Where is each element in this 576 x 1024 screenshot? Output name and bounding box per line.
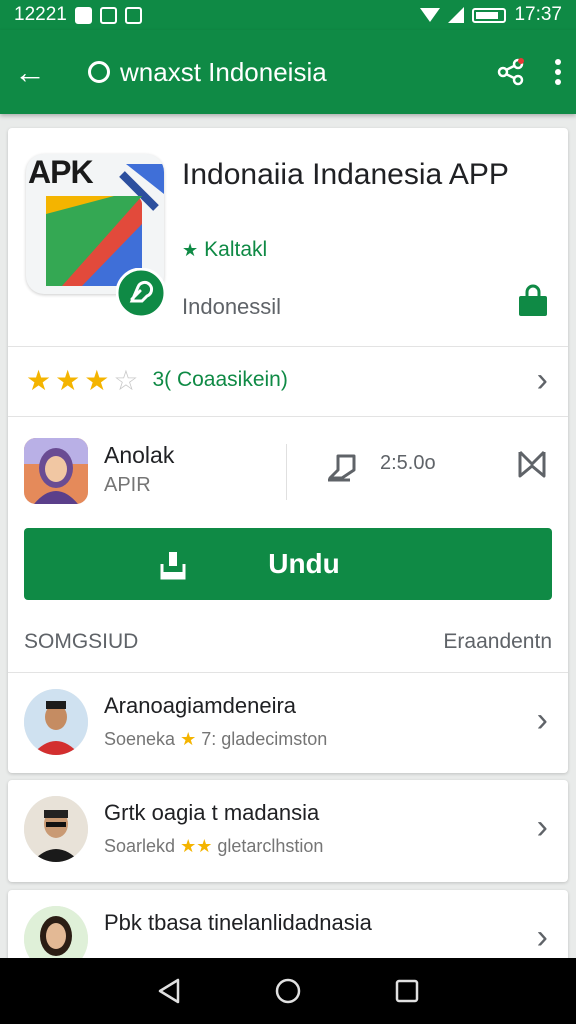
- chevron-right-icon: ›: [536, 360, 548, 399]
- nav-home-icon[interactable]: [273, 976, 303, 1006]
- list-item[interactable]: Aranoagiamdeneira Soeneka ★ 7: gladecims…: [8, 673, 568, 773]
- app-bar: ← wnaxst Indoneisia: [0, 30, 576, 114]
- developer-avatar[interactable]: [24, 438, 88, 504]
- chevron-right-icon: ›: [536, 918, 548, 956]
- signal-icon: [448, 7, 465, 23]
- star-icon: ★: [182, 239, 199, 260]
- list-item-subtitle: Soeneka ★ 7: gladecimston: [104, 729, 328, 749]
- shopping-bag-icon[interactable]: [516, 284, 550, 318]
- app-name: Indonaiia Indanesia APP: [182, 158, 509, 191]
- list-item-title: Grtk oagia t madansia: [104, 800, 320, 825]
- download-size-icon: [328, 454, 356, 482]
- status-time-left: 12221: [14, 4, 67, 25]
- list-item-avatar: [24, 689, 88, 755]
- app-developer[interactable]: ★ Kaltakl: [182, 238, 267, 262]
- list-item-title: Aranoagiamdeneira: [104, 693, 297, 718]
- list-item[interactable]: Grtk oagia t madansia Soarlekd ★★ gletar…: [8, 780, 568, 880]
- section-more-link[interactable]: Eraandentn: [443, 630, 552, 654]
- nav-recents-icon[interactable]: [392, 976, 422, 1006]
- share-icon[interactable]: [496, 57, 526, 87]
- star-icon: ★★: [180, 836, 213, 856]
- rating-stars: ★ ★ ★ ☆: [26, 364, 138, 397]
- rating-text: 3( Coaasikein): [152, 368, 288, 391]
- apk-label: APK: [28, 154, 94, 190]
- verified-badge-icon: [116, 268, 166, 318]
- battery-icon: [472, 7, 507, 23]
- wishlist-icon[interactable]: [516, 448, 548, 480]
- divider: [8, 416, 568, 417]
- sim-icon: [99, 6, 117, 24]
- status-right: 17:37: [420, 4, 562, 26]
- list-item-title: Pbk tbasa tinelanlidadnasia: [104, 910, 372, 935]
- star-icon: ★: [26, 364, 52, 396]
- section-title: SOMGSIUD: [24, 630, 139, 653]
- notification-icon: [74, 6, 92, 24]
- back-arrow-icon[interactable]: ←: [14, 56, 58, 88]
- star-icon: ★: [180, 729, 197, 749]
- status-bar: 12221 17:37: [0, 0, 576, 30]
- nav-back-icon[interactable]: [154, 976, 184, 1006]
- app-size: 2:5.0o: [380, 452, 436, 474]
- star-icon: ★: [55, 364, 81, 396]
- star-icon: ★: [84, 364, 110, 396]
- status-time-right: 17:37: [514, 4, 562, 25]
- vertical-divider: [286, 444, 287, 500]
- chevron-right-icon: ›: [536, 701, 548, 739]
- star-half-icon: ☆: [113, 364, 139, 396]
- install-button-label: Undu: [268, 548, 340, 579]
- developer-name: Anolak: [104, 442, 175, 468]
- search-icon[interactable]: [88, 61, 110, 83]
- install-button[interactable]: Undu: [24, 528, 552, 600]
- app-header: APK Indonaiia Indanesia APP ★ Kaltakl In…: [8, 128, 568, 346]
- app-bar-title: wnaxst Indoneisia: [120, 56, 327, 87]
- system-nav-bar: [0, 958, 576, 1024]
- more-vert-icon[interactable]: [554, 59, 562, 85]
- app-developer-label: Kaltakl: [204, 238, 268, 261]
- list-item-subtitle: Soarlekd ★★ gletarclhstion: [104, 836, 324, 856]
- meta-row: Anolak APIR 2:5.0o: [8, 418, 568, 526]
- similar-apps-header: SOMGSIUD Eraandentn: [24, 630, 552, 654]
- list-card: Grtk oagia t madansia Soarlekd ★★ gletar…: [8, 780, 568, 882]
- status-left: 12221: [14, 4, 142, 26]
- developer-sub: APIR: [104, 474, 151, 496]
- app-category: Indonessil: [182, 294, 282, 319]
- chevron-right-icon: ›: [536, 808, 548, 846]
- list-item-avatar: [24, 796, 88, 862]
- wifi-icon: [420, 8, 441, 22]
- rating-row[interactable]: ★ ★ ★ ☆ 3( Coaasikein) ›: [8, 346, 568, 414]
- app-detail-card: APK Indonaiia Indanesia APP ★ Kaltakl In…: [8, 128, 568, 773]
- download-icon: [160, 552, 186, 580]
- image-notification-icon: [124, 6, 142, 24]
